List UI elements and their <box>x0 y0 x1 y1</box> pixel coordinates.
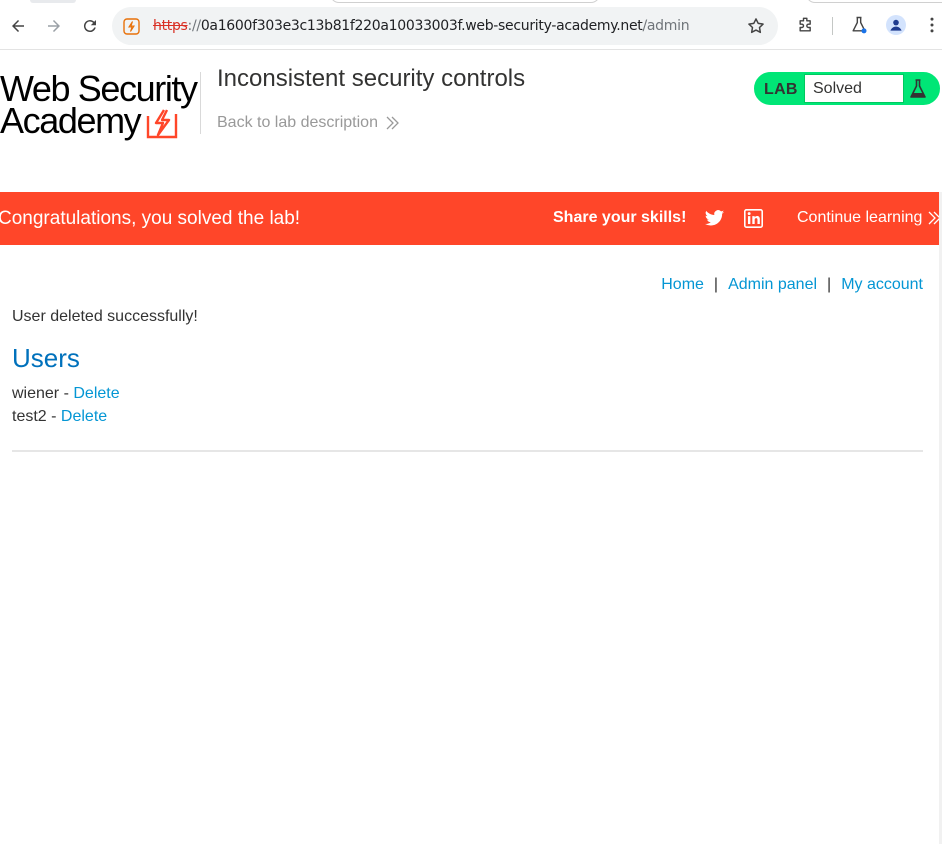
lab-badge: LAB <box>764 81 798 98</box>
congratulations-text: Congratulations, you solved the lab! <box>0 208 301 229</box>
header-divider <box>200 72 201 134</box>
delete-user-link[interactable]: Delete <box>73 385 119 402</box>
username: test2 <box>12 408 47 425</box>
continue-learning-link[interactable]: Continue learning <box>797 209 942 227</box>
labs-flask-icon[interactable] <box>848 14 870 36</box>
back-to-lab-description-link[interactable]: Back to lab description <box>217 114 399 132</box>
continue-learning-label: Continue learning <box>797 209 923 226</box>
user-separator: - <box>51 408 57 425</box>
my-account-link[interactable]: My account <box>841 276 923 293</box>
back-arrow-icon[interactable] <box>6 14 30 38</box>
browser-toolbar: https://0a1600f303e3c13b81f220a10033003f… <box>0 0 942 50</box>
delete-user-link[interactable]: Delete <box>61 408 107 425</box>
url-text[interactable]: https://0a1600f303e3c13b81f220a10033003f… <box>153 18 690 34</box>
reload-icon[interactable] <box>78 14 102 38</box>
username: wiener <box>12 385 60 402</box>
web-security-academy-logo[interactable]: Web Security Academy <box>0 71 200 143</box>
logo-text-line2: Academy <box>0 100 142 141</box>
browser-menu-icon[interactable] <box>921 14 942 36</box>
double-chevron-right-icon <box>386 116 399 130</box>
status-message: User deleted successfully! <box>12 308 198 325</box>
user-row: test2 - Delete <box>12 408 107 426</box>
extensions-icon[interactable] <box>795 14 817 36</box>
profile-avatar-icon[interactable] <box>886 15 906 35</box>
share-skills-label: Share your skills! <box>553 209 687 226</box>
admin-panel-link[interactable]: Admin panel <box>728 276 817 293</box>
congratulations-banner: Congratulations, you solved the lab! Sha… <box>0 192 942 245</box>
back-link-label: Back to lab description <box>217 114 378 131</box>
lab-header: Web Security Academy Inconsistent securi… <box>0 50 942 192</box>
users-heading: Users <box>12 343 80 373</box>
home-link[interactable]: Home <box>661 276 704 293</box>
bookmark-star-icon[interactable] <box>746 16 766 36</box>
account-nav: Home | Admin panel | My account <box>661 276 923 294</box>
nav-separator: | <box>713 276 719 293</box>
toolbar-divider <box>832 17 833 35</box>
flask-icon <box>910 79 926 98</box>
lab-title: Inconsistent security controls <box>217 65 526 92</box>
lab-status-widget: LAB Solved <box>754 72 940 105</box>
forward-arrow-icon[interactable] <box>42 14 66 38</box>
lab-status-box: Solved <box>804 74 904 103</box>
tab-strip <box>0 0 942 4</box>
nav-separator: | <box>827 276 832 293</box>
user-separator: - <box>63 385 69 402</box>
address-bar[interactable]: https://0a1600f303e3c13b81f220a10033003f… <box>112 7 778 45</box>
twitter-icon[interactable] <box>704 208 725 229</box>
not-secure-site-icon[interactable] <box>123 18 140 35</box>
content-divider <box>12 450 923 452</box>
user-row: wiener - Delete <box>12 385 120 403</box>
lab-status-text: Solved <box>813 80 862 97</box>
logo-bolt-icon <box>146 109 178 139</box>
linkedin-icon[interactable] <box>744 209 763 228</box>
